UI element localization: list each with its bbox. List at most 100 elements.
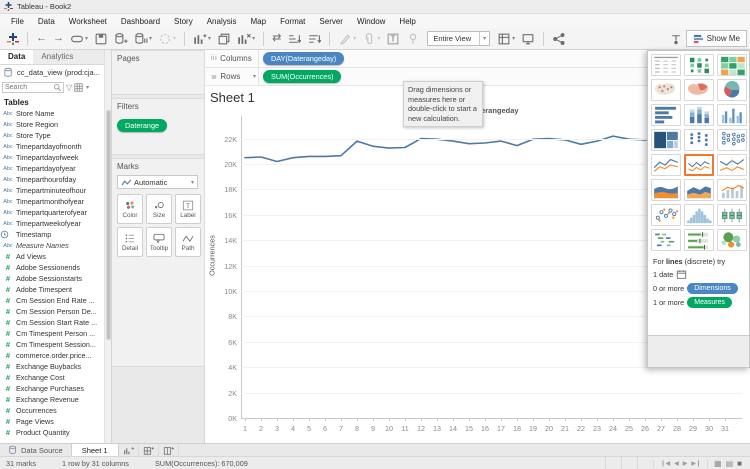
- field-store-type[interactable]: AbcStore Type: [0, 130, 104, 141]
- menu-worksheet[interactable]: Worksheet: [62, 17, 114, 26]
- field-timepartmonthofyear[interactable]: AbcTimepartmonthofyear: [0, 196, 104, 207]
- search-input[interactable]: [5, 84, 53, 91]
- field-adobe-timespent[interactable]: #Adobe Timespent: [0, 284, 104, 295]
- swap-rows-columns-icon[interactable]: ⇄: [269, 30, 284, 48]
- rows-pill[interactable]: SUM(Occurrences): [263, 70, 341, 83]
- thumb-packed-bubbles[interactable]: [717, 229, 747, 251]
- thumb-box-and-whisker[interactable]: [717, 204, 747, 226]
- show-tabs-icon[interactable]: ■: [737, 459, 742, 468]
- thumb-area-continuous[interactable]: [651, 179, 681, 201]
- pause-auto-updates-icon[interactable]: ▾: [131, 30, 155, 48]
- last-page-icon[interactable]: ▶❙: [691, 460, 701, 467]
- thumb-horizontal-bars[interactable]: [651, 104, 681, 126]
- field-cm-session-start-rate-[interactable]: #Cm Session Start Rate ...: [0, 317, 104, 328]
- menu-data[interactable]: Data: [31, 17, 62, 26]
- marks-button-tooltip[interactable]: Tooltip: [146, 227, 172, 257]
- menu-analysis[interactable]: Analysis: [200, 17, 244, 26]
- thumb-bullet-graph[interactable]: [684, 229, 714, 251]
- redo-icon[interactable]: →: [50, 30, 67, 48]
- fix-axes-icon[interactable]: [403, 30, 423, 48]
- pages-card[interactable]: Pages: [112, 50, 205, 95]
- datasource-row[interactable]: cc_data_view (prod:cja...: [0, 65, 111, 80]
- menu-dashboard[interactable]: Dashboard: [114, 17, 167, 26]
- thumb-scatter-plot[interactable]: [651, 204, 681, 226]
- filter-fields-icon[interactable]: ▽: [66, 83, 72, 92]
- thumb-circle-views[interactable]: [684, 129, 714, 151]
- field-timeparthourofday[interactable]: AbcTimeparthourofday: [0, 174, 104, 185]
- new-story-button[interactable]: [159, 444, 179, 456]
- field-timepartminuteofhour[interactable]: AbcTimepartminuteofhour: [0, 185, 104, 196]
- view-options-icon[interactable]: [74, 83, 83, 92]
- field-ad-views[interactable]: #Ad Views: [0, 251, 104, 262]
- new-worksheet-icon[interactable]: ▾: [190, 30, 214, 48]
- mark-type-dropdown[interactable]: Automatic ▾: [117, 175, 198, 189]
- search-box[interactable]: [2, 82, 64, 93]
- field-adobe-sessionends[interactable]: #Adobe Sessionends: [0, 262, 104, 273]
- field-timepartweekofyear[interactable]: AbcTimepartweekofyear: [0, 218, 104, 229]
- tab-sheet-1[interactable]: Sheet 1: [71, 444, 119, 456]
- thumb-treemap[interactable]: [651, 129, 681, 151]
- field-exchange-purchases[interactable]: #Exchange Purchases: [0, 383, 104, 394]
- menu-map[interactable]: Map: [244, 17, 274, 26]
- thumb-highlight-table[interactable]: [717, 54, 747, 76]
- thumb-gantt[interactable]: [651, 229, 681, 251]
- field-timepartdayofweek[interactable]: AbcTimepartdayofweek: [0, 152, 104, 163]
- thumb-side-by-side-bars[interactable]: [717, 104, 747, 126]
- duplicate-icon[interactable]: [214, 30, 234, 48]
- tab-data-source[interactable]: Data Source: [0, 444, 71, 456]
- undo-icon[interactable]: ←: [33, 30, 50, 48]
- new-dashboard-button[interactable]: [139, 444, 159, 456]
- marks-button-size[interactable]: Size: [146, 194, 172, 224]
- thumb-pie-chart[interactable]: [717, 79, 747, 101]
- new-worksheet-button[interactable]: [119, 444, 139, 456]
- data-pane-scrollbar[interactable]: [104, 50, 111, 443]
- menu-file[interactable]: File: [4, 17, 31, 26]
- menu-help[interactable]: Help: [392, 17, 422, 26]
- field-store-region[interactable]: AbcStore Region: [0, 119, 104, 130]
- menu-window[interactable]: Window: [350, 17, 392, 26]
- clear-sheet-icon[interactable]: ▾: [234, 30, 258, 48]
- tab-analytics[interactable]: Analytics: [33, 50, 81, 64]
- first-page-icon[interactable]: ❙◀: [660, 460, 670, 467]
- field-timepartdayofyear[interactable]: AbcTimepartdayofyear: [0, 163, 104, 174]
- highlight-icon[interactable]: ▾: [335, 30, 359, 48]
- thumb-text-table[interactable]: [651, 54, 681, 76]
- field-timepartquarterofyear[interactable]: AbcTimepartquarterofyear: [0, 207, 104, 218]
- columns-pill[interactable]: DAY(Daterangeday): [263, 52, 344, 65]
- menu-story[interactable]: Story: [167, 17, 200, 26]
- thumb-lines-continuous[interactable]: [651, 154, 681, 176]
- menu-server[interactable]: Server: [312, 17, 350, 26]
- group-members-icon[interactable]: ▾: [359, 30, 383, 48]
- thumb-heat-map[interactable]: [684, 54, 714, 76]
- marks-button-detail[interactable]: Detail: [117, 227, 143, 257]
- thumb-lines-discrete[interactable]: [684, 154, 714, 176]
- marks-button-label[interactable]: TLabel: [175, 194, 201, 224]
- thumb-stacked-bars[interactable]: [684, 104, 714, 126]
- field-cm-session-end-rate-[interactable]: #Cm Session End Rate ...: [0, 295, 104, 306]
- view-options-caret-icon[interactable]: ▾: [86, 84, 89, 91]
- field-timestamp[interactable]: Timestamp: [0, 229, 104, 240]
- field-cm-timespent-session-[interactable]: #Cm Timespent Session...: [0, 339, 104, 350]
- field-measure-names[interactable]: AbcMeasure Names: [0, 240, 104, 251]
- field-adobe-sessionstarts[interactable]: #Adobe Sessionstarts: [0, 273, 104, 284]
- share-icon[interactable]: [549, 30, 569, 48]
- field-product-quantity[interactable]: #Product Quantity: [0, 427, 104, 438]
- marks-button-path[interactable]: Path: [175, 227, 201, 257]
- new-data-source-icon[interactable]: [111, 30, 131, 48]
- save-icon[interactable]: [91, 30, 111, 48]
- show-me-button[interactable]: Show Me: [686, 30, 747, 47]
- field-exchange-cost[interactable]: #Exchange Cost: [0, 372, 104, 383]
- filters-card[interactable]: Filters Daterange: [112, 98, 205, 155]
- next-page-icon[interactable]: ▶: [683, 460, 688, 467]
- field-timepartdayofmonth[interactable]: AbcTimepartdayofmonth: [0, 141, 104, 152]
- field-commerce-order-price-[interactable]: #commerce.order.price...: [0, 350, 104, 361]
- thumb-dual-lines[interactable]: [717, 154, 747, 176]
- field-cm-session-person-de-[interactable]: #Cm Session Person De...: [0, 306, 104, 317]
- tableau-home-icon[interactable]: [4, 30, 22, 48]
- show-hide-cards-icon[interactable]: ▾: [494, 30, 518, 48]
- field-store-name[interactable]: AbcStore Name: [0, 108, 104, 119]
- field-page-views[interactable]: #Page Views: [0, 416, 104, 427]
- thumb-histogram[interactable]: [684, 204, 714, 226]
- prev-page-icon[interactable]: ◀: [674, 460, 679, 467]
- presentation-mode-icon[interactable]: [518, 30, 538, 48]
